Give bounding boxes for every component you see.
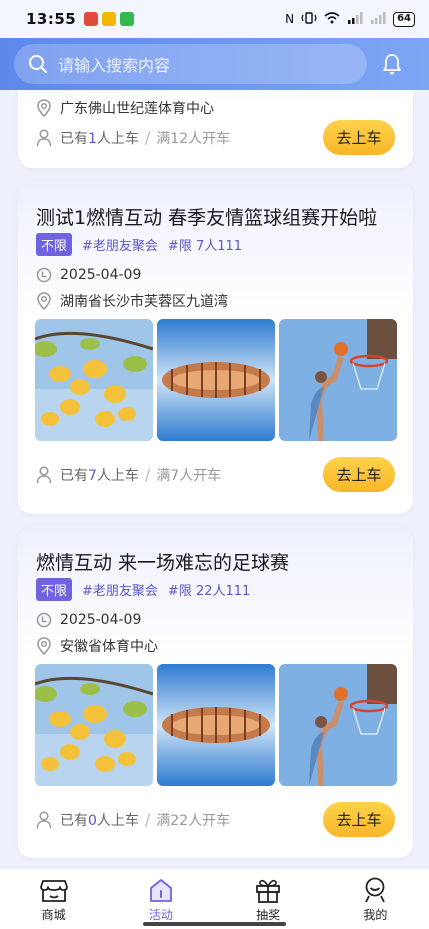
search-input[interactable]: 请输入搜索内容 (14, 44, 367, 84)
home-icon (149, 879, 172, 902)
join-button[interactable]: 去上车 (323, 457, 395, 492)
activity-list[interactable]: 广东佛山世纪莲体育中心 已有1人上车 / 满12人开车 去上车 测试1燃情互动 … (0, 90, 429, 868)
location-text: 湖南省长沙市芙蓉区九道湾 (60, 294, 228, 310)
status-bar: 13:55 N 64 (0, 0, 429, 38)
location-pin-icon (37, 99, 51, 117)
person-icon (36, 810, 52, 828)
card-footer: 已有0人上车 / 满22人开车 去上车 (36, 802, 395, 837)
date-text: 2025-04-09 (60, 612, 142, 628)
join-button[interactable]: 去上车 (323, 120, 395, 155)
tag-row: 不限 #老朋友聚会 #限 7人111 (36, 233, 242, 256)
nav-label: 活动 (148, 908, 173, 922)
notification-bell-button[interactable] (377, 49, 407, 79)
location-row: 广东佛山世纪莲体育中心 (36, 98, 214, 118)
location-text: 广东佛山世纪莲体育中心 (60, 101, 214, 117)
stadium-photo[interactable] (157, 319, 275, 441)
shop-icon (39, 880, 68, 902)
nav-label: 抽奖 (256, 908, 281, 922)
signal-icon (347, 11, 363, 27)
notification-app-icon (102, 12, 117, 26)
notification-app-icon (120, 12, 135, 26)
location-pin-icon (37, 637, 51, 655)
tag-row: 不限 #老朋友聚会 #限 22人111 (36, 578, 250, 601)
person-icon (36, 128, 52, 146)
location-text: 安徽省体育中心 (60, 639, 158, 655)
bell-icon (383, 54, 401, 75)
search-icon (29, 55, 47, 73)
tag-link[interactable]: #老朋友聚会 (82, 235, 158, 254)
location-row: 安徽省体育中心 (36, 636, 158, 656)
date-row: 2025-04-09 (36, 612, 141, 628)
nav-item-profile[interactable]: 我的 (322, 869, 429, 929)
tag-link[interactable]: #限 22人111 (168, 580, 250, 599)
location-pin-icon (37, 292, 51, 310)
joined-count: 0 (88, 812, 97, 829)
tag-link[interactable]: #限 7人111 (168, 235, 242, 254)
activity-title: 燃情互动 来一场难忘的足球赛 (36, 552, 290, 574)
location-row: 湖南省长沙市芙蓉区九道湾 (36, 291, 228, 311)
joined-info: 已有7人上车 (36, 465, 139, 485)
top-header: 请输入搜索内容 (0, 38, 429, 90)
full-requirement: 满12人开车 (156, 130, 231, 147)
notification-app-icon (84, 12, 99, 26)
joined-suffix: 人上车 (96, 130, 139, 147)
separator: / (144, 128, 151, 147)
status-time: 13:55 (26, 10, 77, 28)
stadium-photo[interactable] (157, 664, 275, 786)
joined-prefix: 已有 (60, 467, 88, 484)
status-indicators: N 64 (285, 11, 415, 27)
vibrate-icon (301, 11, 317, 27)
join-button[interactable]: 去上车 (323, 802, 395, 837)
basketball-photo[interactable] (279, 664, 397, 786)
limit-badge: 不限 (36, 233, 73, 256)
joined-info: 已有1人上车 (36, 128, 139, 148)
full-requirement: 满22人开车 (156, 812, 231, 829)
joined-prefix: 已有 (60, 812, 88, 829)
signal-icon (370, 11, 386, 27)
home-indicator[interactable] (143, 922, 286, 926)
bottom-nav: 商城 活动 抽奖 我的 (0, 868, 429, 929)
nav-label: 我的 (363, 908, 388, 922)
card-footer: 已有7人上车 / 满7人开车 去上车 (36, 457, 395, 492)
limit-badge: 不限 (36, 578, 73, 601)
wifi-icon (324, 11, 340, 27)
gift-icon (256, 879, 281, 903)
tag-link[interactable]: #老朋友聚会 (82, 580, 158, 599)
nav-item-lottery[interactable]: 抽奖 (215, 869, 322, 929)
joined-prefix: 已有 (60, 130, 88, 147)
activity-card[interactable]: 测试1燃情互动 春季友情篮球组赛开始啦 不限 #老朋友聚会 #限 7人111 2… (18, 181, 413, 514)
activity-card[interactable]: 广东佛山世纪莲体育中心 已有1人上车 / 满12人开车 去上车 (18, 90, 413, 168)
search-placeholder: 请输入搜索内容 (58, 56, 171, 75)
person-icon (36, 465, 52, 483)
joined-info: 已有0人上车 (36, 810, 139, 830)
basketball-photo[interactable] (279, 319, 397, 441)
activity-card[interactable]: 燃情互动 来一场难忘的足球赛 不限 #老朋友聚会 #限 22人111 2025-… (18, 526, 413, 858)
profile-icon (365, 877, 386, 903)
full-requirement: 满7人开车 (156, 467, 222, 484)
ginkgo-photo[interactable] (35, 319, 153, 441)
nfc-icon: N (285, 12, 295, 26)
clock-icon (36, 612, 52, 628)
date-text: 2025-04-09 (60, 267, 142, 283)
nav-item-shop[interactable]: 商城 (0, 869, 107, 929)
nav-item-activity[interactable]: 活动 (107, 869, 214, 929)
ginkgo-photo[interactable] (35, 664, 153, 786)
clock-icon (36, 267, 52, 283)
joined-count: 7 (88, 467, 97, 484)
photo-strip (35, 664, 397, 786)
separator: / (144, 810, 151, 829)
joined-suffix: 人上车 (96, 812, 139, 829)
nav-label: 商城 (41, 908, 66, 922)
date-row: 2025-04-09 (36, 267, 141, 283)
joined-count: 1 (88, 130, 97, 147)
card-footer: 已有1人上车 / 满12人开车 去上车 (36, 120, 395, 155)
photo-strip (35, 319, 397, 441)
battery-indicator: 64 (393, 11, 415, 27)
separator: / (144, 465, 151, 484)
activity-title: 测试1燃情互动 春季友情篮球组赛开始啦 (36, 207, 378, 229)
joined-suffix: 人上车 (96, 467, 139, 484)
